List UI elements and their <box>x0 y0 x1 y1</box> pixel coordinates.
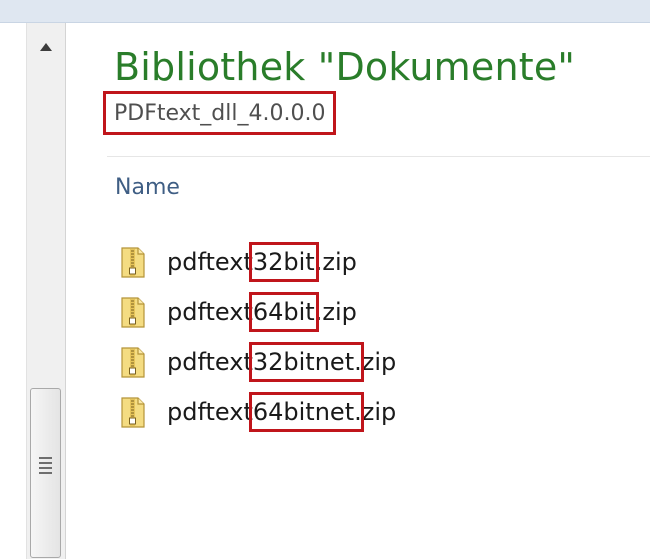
highlight-box <box>249 242 319 282</box>
arrow-up-icon <box>40 43 52 51</box>
zip-folder-icon <box>121 297 145 328</box>
library-subtitle: PDFtext_dll_4.0.0.0 <box>103 91 337 135</box>
library-subtitle-text: PDFtext_dll_4.0.0.0 <box>114 100 326 126</box>
content-pane: Bibliothek "Dokumente" PDFtext_dll_4.0.0… <box>67 23 650 559</box>
scroll-up-button[interactable] <box>30 31 62 63</box>
grip-icon <box>39 457 52 477</box>
library-title: Bibliothek "Dokumente" <box>114 45 576 89</box>
navigation-pane <box>0 23 26 559</box>
scroll-thumb[interactable] <box>30 388 61 558</box>
highlight-box <box>249 292 319 332</box>
zip-folder-icon <box>121 247 145 278</box>
title-bar <box>0 0 650 23</box>
zip-folder-icon <box>121 347 145 378</box>
highlight-box <box>249 342 364 382</box>
list-item[interactable]: pdftext64bitnet.zip <box>119 387 396 437</box>
list-item[interactable]: pdftext32bit.zip <box>119 237 396 287</box>
list-item[interactable]: pdftext32bitnet.zip <box>119 337 396 387</box>
highlight-box <box>249 392 364 432</box>
zip-folder-icon <box>121 397 145 428</box>
file-list: pdftext32bit.zip pdftext64bit.zip pdftex… <box>119 237 396 437</box>
vertical-scrollbar[interactable] <box>26 23 66 559</box>
header-divider <box>107 156 650 157</box>
list-item[interactable]: pdftext64bit.zip <box>119 287 396 337</box>
column-header-name[interactable]: Name <box>115 175 180 200</box>
explorer-window: Bibliothek "Dokumente" PDFtext_dll_4.0.0… <box>0 0 650 559</box>
